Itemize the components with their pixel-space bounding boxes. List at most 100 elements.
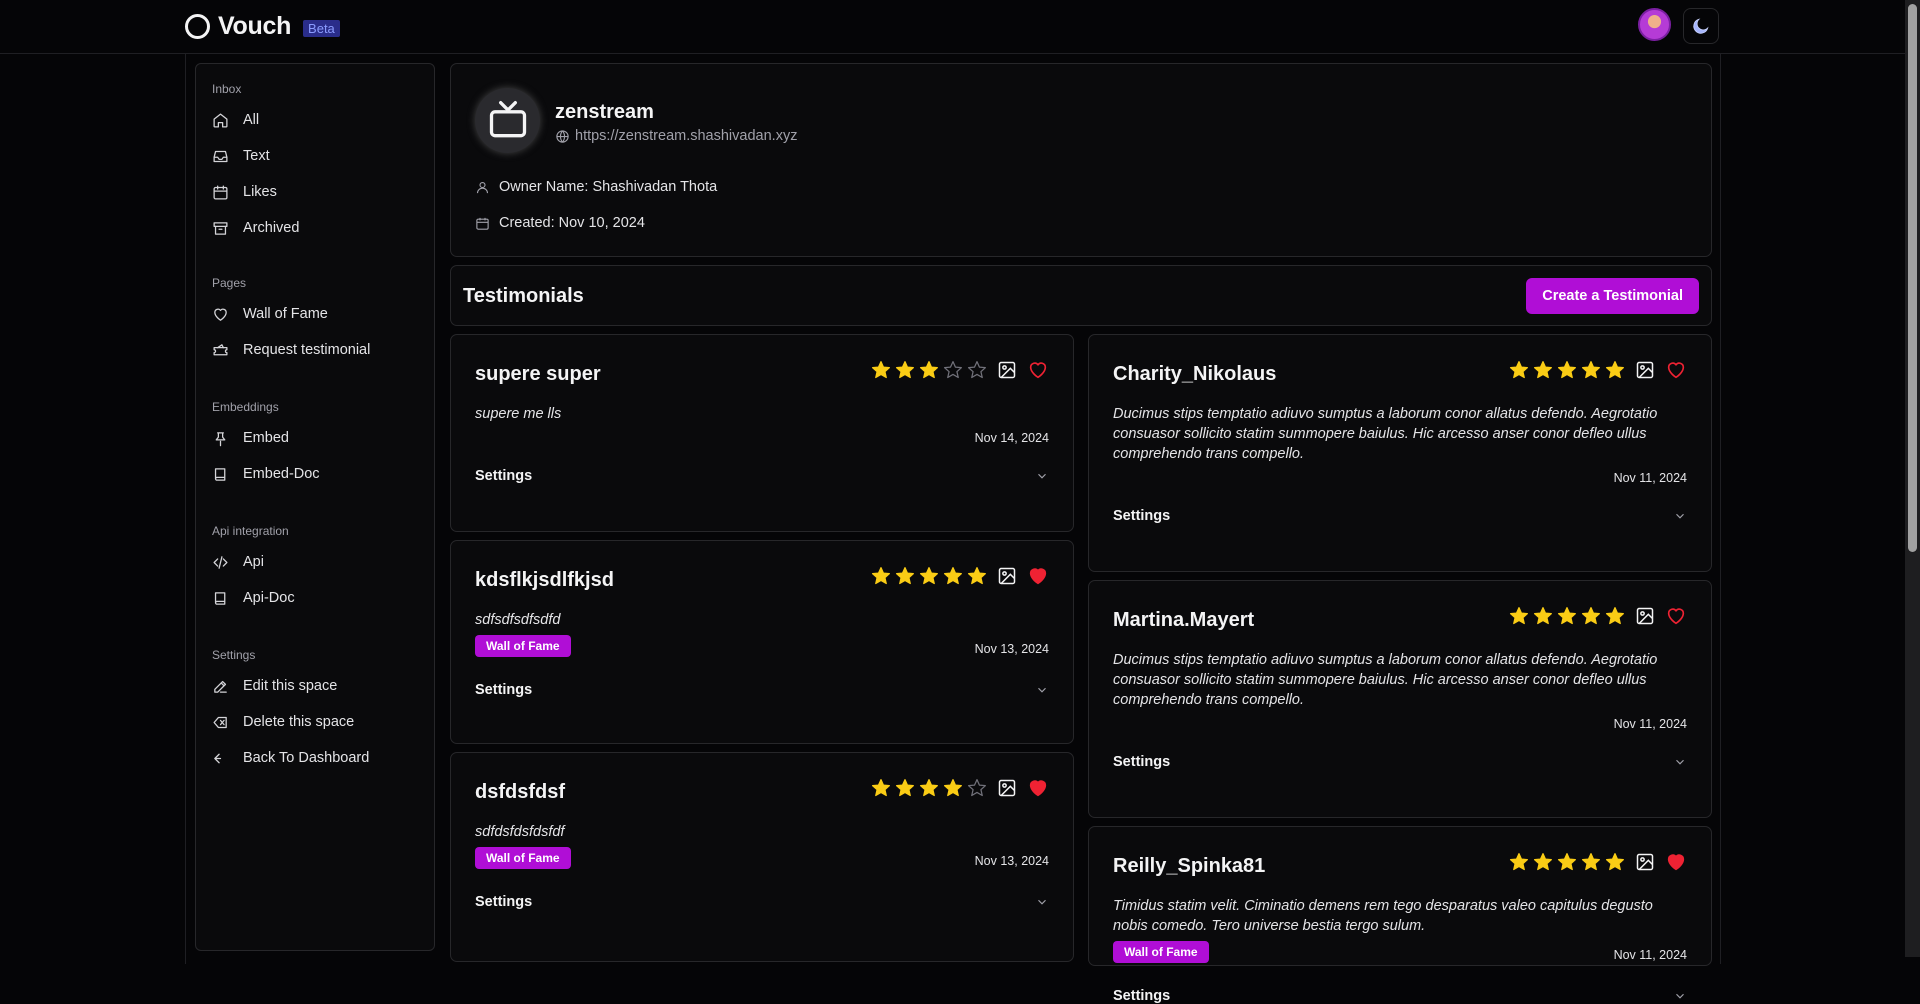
star-filled-icon[interactable] [1557, 852, 1577, 872]
logo-ring-icon [185, 14, 210, 39]
sidebar-item-back-to-dashboard[interactable]: Back To Dashboard [212, 746, 369, 770]
star-filled-icon[interactable] [919, 778, 939, 798]
testimonial-date: Nov 14, 2024 [974, 431, 1049, 445]
sidebar-item-embed-doc[interactable]: Embed-Doc [212, 462, 320, 486]
scrollbar-thumb[interactable] [1908, 4, 1917, 552]
star-filled-icon[interactable] [1557, 606, 1577, 626]
star-filled-icon[interactable] [1533, 606, 1553, 626]
star-filled-icon[interactable] [1605, 606, 1625, 626]
star-filled-icon[interactable] [871, 778, 891, 798]
testimonial-settings-toggle[interactable]: Settings [475, 682, 1049, 698]
heart-icon[interactable] [1027, 777, 1049, 799]
star-empty-icon[interactable] [967, 778, 987, 798]
testimonial-card: supere super supere me lls Nov 14, 2024 … [450, 334, 1074, 532]
testimonial-settings-toggle[interactable]: Settings [475, 894, 1049, 910]
testimonial-settings-toggle[interactable]: Settings [1113, 754, 1687, 770]
star-filled-icon[interactable] [871, 360, 891, 380]
image-icon[interactable] [1635, 360, 1655, 380]
user-avatar[interactable] [1638, 8, 1671, 41]
sidebar-item-label: Wall of Fame [243, 306, 328, 322]
star-empty-icon[interactable] [943, 360, 963, 380]
star-filled-icon[interactable] [1581, 852, 1601, 872]
owner-name-text: Owner Name: Shashivadan Thota [499, 179, 718, 195]
star-filled-icon[interactable] [1605, 360, 1625, 380]
sidebar-section-inbox: Inbox [212, 82, 242, 96]
heart-icon[interactable] [1665, 359, 1687, 381]
star-filled-icon[interactable] [1509, 852, 1529, 872]
star-filled-icon[interactable] [943, 778, 963, 798]
image-icon[interactable] [1635, 852, 1655, 872]
sidebar-item-delete-space[interactable]: Delete this space [212, 710, 354, 734]
sidebar-item-api[interactable]: Api [212, 550, 264, 574]
heart-icon[interactable] [1665, 851, 1687, 873]
app-logo[interactable]: Vouch Beta [185, 12, 340, 41]
star-filled-icon[interactable] [1509, 360, 1529, 380]
settings-label: Settings [475, 682, 533, 698]
testimonial-text: supere me lls [475, 406, 562, 422]
heart-icon[interactable] [1027, 565, 1049, 587]
space-profile-card: zenstream https://zenstream.shashivadan.… [450, 63, 1712, 257]
home-icon [213, 112, 228, 128]
sidebar-item-embed[interactable]: Embed [212, 426, 289, 450]
star-filled-icon[interactable] [895, 566, 915, 586]
testimonial-date: Nov 11, 2024 [1613, 471, 1687, 485]
image-icon[interactable] [997, 566, 1017, 586]
star-filled-icon[interactable] [871, 566, 891, 586]
sidebar-item-edit-space[interactable]: Edit this space [212, 674, 337, 698]
sidebar-item-label: Api [243, 554, 264, 570]
testimonials-title: Testimonials [463, 285, 584, 307]
testimonial-settings-toggle[interactable]: Settings [475, 468, 1049, 484]
moon-icon [1693, 18, 1709, 34]
star-filled-icon[interactable] [1605, 852, 1625, 872]
sidebar-item-api-doc[interactable]: Api-Doc [212, 586, 295, 610]
image-icon[interactable] [997, 778, 1017, 798]
star-filled-icon[interactable] [919, 360, 939, 380]
chevron-down-icon [1038, 899, 1046, 905]
star-empty-icon[interactable] [967, 360, 987, 380]
sidebar-item-likes[interactable]: Likes [212, 180, 277, 204]
sidebar-item-label: Likes [243, 184, 277, 200]
testimonial-author: dsfdsfdsf [475, 781, 565, 803]
space-url[interactable]: https://zenstream.shashivadan.xyz [555, 128, 797, 144]
star-filled-icon[interactable] [1533, 852, 1553, 872]
star-filled-icon[interactable] [943, 566, 963, 586]
star-filled-icon[interactable] [919, 566, 939, 586]
user-icon [476, 181, 489, 193]
sidebar-item-text[interactable]: Text [212, 144, 270, 168]
image-icon[interactable] [997, 360, 1017, 380]
app-name: Vouch [218, 12, 292, 40]
edit-icon [214, 680, 227, 693]
testimonial-text: sdfsdfsdfsdfd [475, 612, 561, 628]
sidebar-item-wall-of-fame[interactable]: Wall of Fame [212, 302, 328, 326]
testimonial-actions [1509, 359, 1687, 381]
testimonial-settings-toggle[interactable]: Settings [1113, 508, 1687, 524]
star-filled-icon[interactable] [1533, 360, 1553, 380]
heart-icon[interactable] [1665, 605, 1687, 627]
testimonial-text: sdfdsfdsfdsfdf [475, 824, 565, 840]
wall-of-fame-badge: Wall of Fame [475, 635, 571, 657]
star-filled-icon[interactable] [1581, 606, 1601, 626]
testimonial-text: Ducimus stips temptatio adiuvo sumptus a… [1113, 652, 1658, 708]
chevron-down-icon [1676, 513, 1684, 519]
star-filled-icon[interactable] [967, 566, 987, 586]
sidebar-item-label: Api-Doc [243, 590, 295, 606]
sidebar-item-all[interactable]: All [212, 108, 259, 132]
star-filled-icon[interactable] [1557, 360, 1577, 380]
pin-icon [215, 431, 226, 446]
star-filled-icon[interactable] [895, 778, 915, 798]
star-filled-icon[interactable] [895, 360, 915, 380]
image-icon[interactable] [1635, 606, 1655, 626]
heart-icon[interactable] [1027, 359, 1049, 381]
star-filled-icon[interactable] [1509, 606, 1529, 626]
book-icon [214, 591, 226, 605]
space-name: zenstream [555, 101, 654, 123]
space-url-text: https://zenstream.shashivadan.xyz [575, 128, 798, 144]
testimonial-settings-toggle[interactable]: Settings [1113, 988, 1687, 1004]
theme-toggle-button[interactable] [1683, 8, 1719, 44]
sidebar-item-request-testimonial[interactable]: Request testimonial [212, 338, 370, 362]
testimonials-header: Testimonials Create a Testimonial [450, 265, 1712, 326]
create-testimonial-button[interactable]: Create a Testimonial [1526, 278, 1699, 314]
sidebar-item-archived[interactable]: Archived [212, 216, 299, 240]
star-filled-icon[interactable] [1581, 360, 1601, 380]
testimonial-actions [871, 565, 1049, 587]
